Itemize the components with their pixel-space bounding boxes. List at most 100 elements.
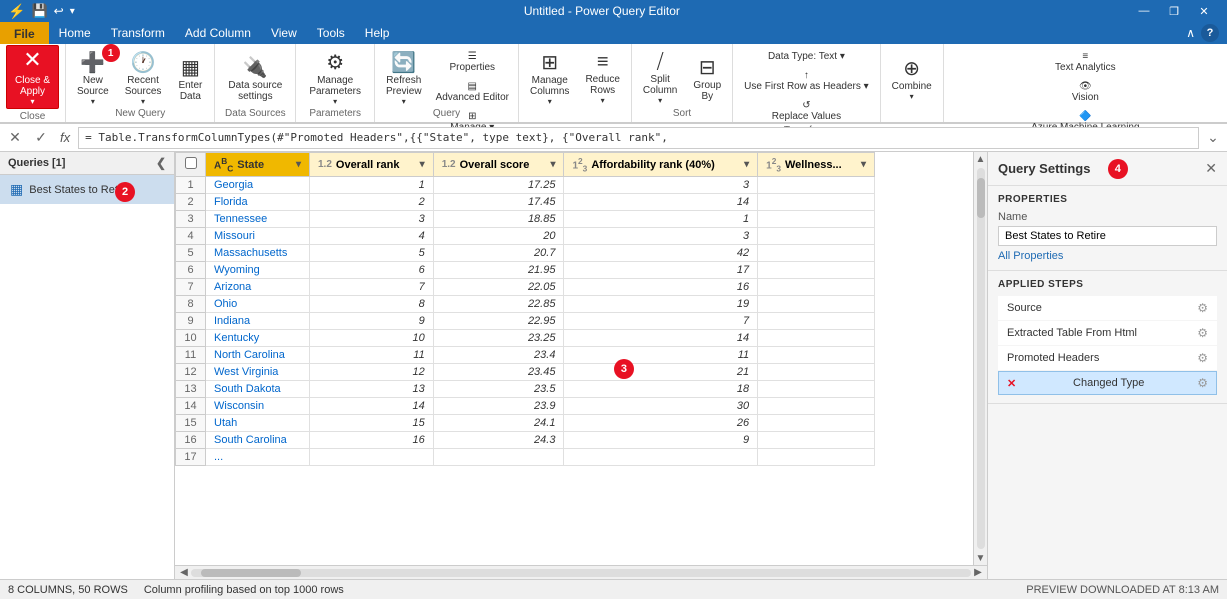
cell-score: 23.25: [433, 330, 564, 347]
step-extracted-table[interactable]: Extracted Table From Html ⚙: [998, 321, 1217, 345]
col-filter-rank[interactable]: ▾: [420, 159, 425, 170]
formula-expand-button[interactable]: ⌄: [1203, 129, 1223, 146]
table-row[interactable]: 9Indiana922.957: [176, 313, 875, 330]
col-filter-afford[interactable]: ▾: [744, 159, 749, 170]
scroll-up-button[interactable]: ▲: [974, 152, 988, 166]
formula-confirm-button[interactable]: ✓: [30, 127, 52, 149]
refresh-preview-button[interactable]: 🔄 RefreshPreview ▾: [379, 48, 429, 108]
reduce-rows-dropdown[interactable]: ▾: [601, 96, 605, 105]
menu-file[interactable]: File: [0, 22, 49, 44]
ribbon-collapse-icon[interactable]: ∧: [1186, 26, 1195, 40]
col-filter-state[interactable]: ▾: [296, 159, 301, 170]
col-filter-score[interactable]: ▾: [550, 159, 555, 170]
step-settings-promoted[interactable]: ⚙: [1197, 351, 1208, 365]
col-filter-wellness[interactable]: ▾: [861, 159, 866, 170]
vision-button[interactable]: 👁 Vision: [950, 78, 1221, 106]
table-row[interactable]: 13South Dakota1323.518: [176, 381, 875, 398]
col-header-affordability[interactable]: 123 Affordability rank (40%) ▾: [564, 153, 758, 177]
menu-add-column[interactable]: Add Column: [175, 22, 261, 44]
undo-icon[interactable]: ↩: [54, 4, 64, 18]
combine-button[interactable]: ⊕ Combine ▾: [885, 48, 939, 108]
window-close-button[interactable]: ✕: [1189, 0, 1219, 22]
step-settings-extracted[interactable]: ⚙: [1197, 326, 1208, 340]
query-item-best-states[interactable]: ▦ Best States to Retire: [0, 175, 174, 204]
refresh-dropdown[interactable]: ▾: [402, 97, 406, 106]
advanced-editor-button[interactable]: ▤ Advanced Editor: [431, 78, 514, 106]
table-row[interactable]: 4Missouri4203: [176, 228, 875, 245]
save-icon[interactable]: 💾: [31, 3, 47, 19]
menu-home[interactable]: Home: [49, 22, 101, 44]
close-dropdown[interactable]: ▾: [31, 97, 35, 106]
table-row[interactable]: 10Kentucky1023.2514: [176, 330, 875, 347]
table-row[interactable]: 17...: [176, 449, 875, 466]
col-header-overall-score[interactable]: 1.2 Overall score ▾: [433, 153, 564, 177]
menu-tools[interactable]: Tools: [307, 22, 355, 44]
help-icon[interactable]: ?: [1201, 24, 1219, 42]
manage-columns-button[interactable]: ⊞ ManageColumns ▾: [523, 48, 576, 108]
data-type-button[interactable]: Data Type: Text ▾: [739, 48, 874, 65]
table-row[interactable]: 6Wyoming621.9517: [176, 262, 875, 279]
new-source-dropdown[interactable]: ▾: [91, 97, 95, 106]
combine-dropdown[interactable]: ▾: [910, 92, 914, 101]
table-row[interactable]: 5Massachusetts520.742: [176, 245, 875, 262]
scroll-thumb[interactable]: [977, 178, 985, 218]
table-row[interactable]: 16South Carolina1624.39: [176, 432, 875, 449]
table-row[interactable]: 12West Virginia1223.4521: [176, 364, 875, 381]
manage-parameters-button[interactable]: ⚙ ManageParameters ▾: [302, 48, 368, 108]
table-row[interactable]: 15Utah1524.126: [176, 415, 875, 432]
scroll-track[interactable]: [977, 168, 985, 549]
scroll-thumb-h[interactable]: [201, 569, 301, 577]
manage-cols-dropdown[interactable]: ▾: [548, 97, 552, 106]
replace-values-button[interactable]: ↺ Replace Values: [739, 97, 874, 125]
data-grid[interactable]: ABC State ▾ 1.2 Overall rank ▾: [175, 152, 973, 565]
scroll-down-button[interactable]: ▼: [974, 551, 988, 565]
table-row[interactable]: 3Tennessee318.851: [176, 211, 875, 228]
split-column-button[interactable]: ⧸ SplitColumn ▾: [636, 48, 684, 108]
reduce-rows-button[interactable]: ≡ ReduceRows ▾: [578, 48, 626, 108]
table-row[interactable]: 2Florida217.4514: [176, 194, 875, 211]
cell-rank: 9: [309, 313, 433, 330]
maximize-button[interactable]: ❐: [1159, 0, 1189, 22]
table-row[interactable]: 8Ohio822.8519: [176, 296, 875, 313]
close-apply-button[interactable]: ✕ Close & Apply ▾: [6, 45, 59, 109]
col-header-overall-rank[interactable]: 1.2 Overall rank ▾: [309, 153, 433, 177]
query-settings-close-button[interactable]: ✕: [1205, 160, 1217, 177]
col-header-state[interactable]: ABC State ▾: [206, 153, 310, 177]
formula-cancel-button[interactable]: ✕: [4, 127, 26, 149]
cell-affordability: 11: [564, 347, 758, 364]
menu-help[interactable]: Help: [355, 22, 400, 44]
select-all-checkbox[interactable]: [185, 157, 197, 169]
text-analytics-button[interactable]: ≡ Text Analytics: [950, 48, 1221, 76]
horizontal-scrollbar[interactable]: ◀ ▶: [175, 565, 987, 579]
step-promoted-headers[interactable]: Promoted Headers ⚙: [998, 346, 1217, 370]
formula-input[interactable]: [78, 127, 1199, 149]
queries-collapse-button[interactable]: ❮: [156, 156, 166, 170]
split-col-dropdown[interactable]: ▾: [658, 96, 662, 105]
step-changed-type[interactable]: ✕ Changed Type ⚙: [998, 371, 1217, 395]
table-row[interactable]: 14Wisconsin1423.930: [176, 398, 875, 415]
scroll-track-h[interactable]: [191, 569, 971, 577]
vertical-scrollbar[interactable]: ▲ ▼: [973, 152, 987, 565]
recent-sources-button[interactable]: 🕐 RecentSources ▾: [118, 48, 169, 108]
table-row[interactable]: 7Arizona722.0516: [176, 279, 875, 296]
group-by-button[interactable]: ⊟ GroupBy: [686, 48, 728, 108]
manage-params-dropdown[interactable]: ▾: [333, 97, 337, 106]
col-header-wellness[interactable]: 123 Wellness... ▾: [758, 153, 875, 177]
table-row[interactable]: 11North Carolina1123.411: [176, 347, 875, 364]
all-properties-link[interactable]: All Properties: [998, 250, 1217, 262]
properties-button[interactable]: ☰ Properties: [431, 48, 514, 76]
step-settings-changed-type[interactable]: ⚙: [1197, 376, 1208, 390]
step-settings-source[interactable]: ⚙: [1197, 301, 1208, 315]
scroll-left-button[interactable]: ◀: [177, 566, 191, 580]
step-source[interactable]: Source ⚙: [998, 296, 1217, 320]
name-input[interactable]: [998, 226, 1217, 246]
menu-view[interactable]: View: [261, 22, 307, 44]
scroll-right-button[interactable]: ▶: [971, 566, 985, 580]
use-row-headers-button[interactable]: ↑ Use First Row as Headers ▾: [739, 67, 874, 95]
table-row[interactable]: 1Georgia117.253: [176, 177, 875, 194]
enter-data-button[interactable]: ▦ EnterData: [170, 48, 210, 108]
data-source-settings-button[interactable]: 🔌 Data sourcesettings: [221, 48, 289, 108]
minimize-button[interactable]: —: [1129, 0, 1159, 22]
recent-dropdown[interactable]: ▾: [141, 97, 145, 106]
menu-transform[interactable]: Transform: [101, 22, 175, 44]
